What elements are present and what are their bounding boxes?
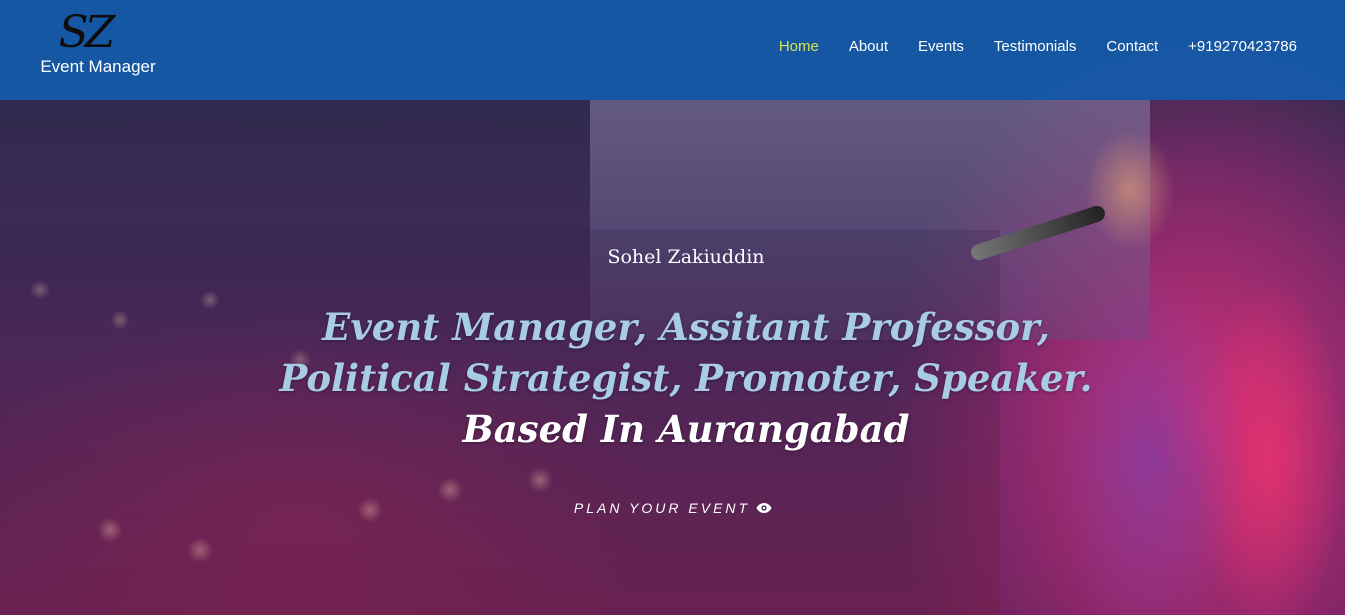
logo[interactable]: SZ Event Manager <box>33 8 163 88</box>
plan-event-button[interactable]: PLAN YOUR EVENT <box>574 500 772 516</box>
nav-menu: Home About Events Testimonials Contact +… <box>779 38 1297 55</box>
nav-link-home[interactable]: Home <box>779 38 819 55</box>
nav-link-contact[interactable]: Contact <box>1106 38 1158 55</box>
nav-link-about[interactable]: About <box>849 38 888 55</box>
nav-link-events[interactable]: Events <box>918 38 964 55</box>
hero-title-line1: Event Manager, Assitant Professor, <box>322 305 1050 349</box>
eye-icon <box>756 503 772 513</box>
hero-name: Sohel Zakiuddin <box>607 246 765 268</box>
logo-text: Event Manager <box>40 57 156 76</box>
nav-link-testimonials[interactable]: Testimonials <box>994 38 1077 55</box>
plan-event-label: PLAN YOUR EVENT <box>573 500 751 516</box>
logo-mark: SZ <box>58 7 116 58</box>
hero-content: Sohel Zakiuddin Event Manager, Assitant … <box>0 240 1345 518</box>
nav-link-phone[interactable]: +919270423786 <box>1188 38 1297 55</box>
hero-location: Based In Aurangabad <box>462 407 910 451</box>
hero-section: SZ Event Manager Home About Events Testi… <box>0 0 1345 615</box>
hero-title-line2: Political Strategist, Promoter, Speaker. <box>279 356 1093 400</box>
navbar: SZ Event Manager Home About Events Testi… <box>0 0 1345 100</box>
